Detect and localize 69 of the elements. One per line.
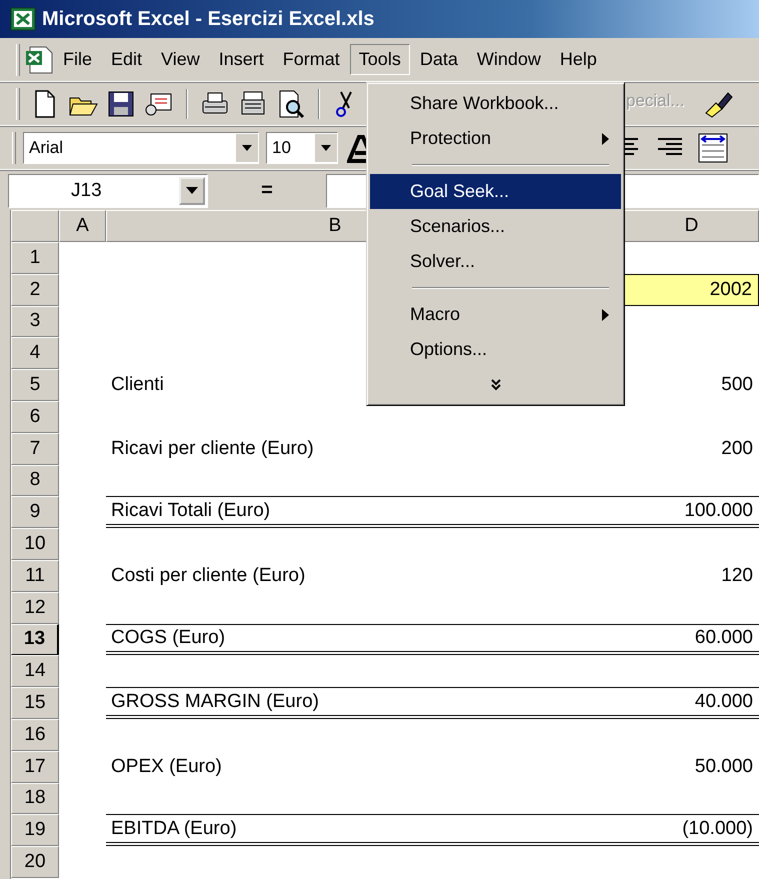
row-header[interactable]: 1 [11, 242, 59, 274]
cell-value: 120 [721, 564, 753, 587]
font-size-field[interactable]: 10 [266, 132, 338, 164]
row-header[interactable]: 20 [11, 846, 59, 878]
menu-item[interactable]: View [152, 44, 209, 75]
menu-option[interactable]: Share Workbook... [370, 86, 621, 121]
cell-value: 60.000 [694, 626, 753, 649]
row-header[interactable]: 14 [11, 655, 59, 688]
cell-value: 200 [721, 438, 753, 460]
menu-item[interactable]: File [54, 44, 102, 75]
cell-text: Ricavi Totali (Euro) [111, 500, 270, 522]
row-header[interactable]: 4 [11, 337, 59, 370]
menu-item[interactable]: Tools [350, 44, 410, 75]
double-chevron-icon [490, 378, 500, 390]
row-header[interactable]: 6 [11, 400, 59, 433]
cell-value: 500 [721, 374, 753, 396]
menu-item[interactable]: Format [274, 44, 349, 75]
cell-value: (10.000) [682, 818, 753, 840]
row-header[interactable]: 10 [11, 528, 59, 560]
merge-center-icon[interactable] [698, 133, 728, 163]
row-header[interactable]: 5 [11, 369, 59, 401]
cell-text: Costi per cliente (Euro) [111, 564, 306, 587]
font-name-field[interactable]: Arial [23, 132, 259, 164]
cell-text: GROSS MARGIN (Euro) [111, 690, 319, 713]
menu-item[interactable]: Window [468, 44, 550, 75]
dropdown-arrow-icon[interactable] [186, 187, 198, 194]
submenu-arrow-icon [602, 308, 609, 320]
menu-item[interactable]: Edit [102, 44, 152, 75]
cell-text: Ricavi per cliente (Euro) [111, 438, 314, 460]
menu-item[interactable]: Data [410, 44, 467, 75]
row-header[interactable]: 3 [11, 306, 59, 338]
row-header[interactable]: 17 [11, 750, 59, 783]
input-cell[interactable]: 2002 [624, 274, 759, 306]
cell-value: 100.000 [684, 500, 753, 522]
cell-text: EBITDA (Euro) [111, 818, 237, 840]
column-header[interactable]: A [59, 210, 106, 242]
row-header[interactable]: 7 [11, 432, 59, 465]
equals-sign: = [260, 178, 274, 203]
select-all-button[interactable] [11, 210, 59, 242]
cell-value: 40.000 [694, 690, 753, 713]
row-header[interactable]: 8 [11, 464, 59, 496]
cell-text: OPEX (Euro) [111, 756, 222, 778]
dropdown-arrow-icon[interactable] [321, 145, 331, 151]
menu-option[interactable]: Macro [370, 297, 621, 332]
row-header[interactable]: 12 [11, 592, 59, 624]
row-header[interactable]: 9 [11, 496, 59, 528]
menu-option[interactable]: Goal Seek... [370, 174, 621, 209]
window-title: Microsoft Excel - Esercizi Excel.xls [42, 8, 374, 30]
dropdown-arrow-icon[interactable] [242, 145, 252, 151]
row-header[interactable]: 15 [11, 687, 59, 719]
row-header[interactable]: 13 [11, 624, 59, 656]
menu-item[interactable]: Insert [210, 44, 273, 75]
menu-option[interactable]: Options... [370, 332, 621, 367]
submenu-arrow-icon [602, 132, 609, 144]
cell-value: 50.000 [694, 756, 753, 778]
row-header[interactable]: 2 [11, 274, 59, 306]
menu-option[interactable]: Solver... [370, 244, 621, 279]
cell-text: COGS (Euro) [111, 626, 226, 649]
row-header[interactable]: 11 [11, 560, 59, 592]
column-header[interactable]: D [624, 210, 759, 242]
menu-item[interactable]: Help [550, 44, 606, 75]
row-header[interactable]: 18 [11, 782, 59, 814]
row-header[interactable]: 19 [11, 814, 59, 846]
row-header[interactable]: 16 [11, 718, 59, 751]
name-box[interactable]: J13 [8, 174, 208, 208]
excel-document-icon[interactable] [24, 44, 54, 74]
menu-option[interactable]: Protection [370, 121, 621, 156]
cell-text: Clienti [111, 374, 164, 396]
excel-logo-icon[interactable] [10, 7, 36, 31]
